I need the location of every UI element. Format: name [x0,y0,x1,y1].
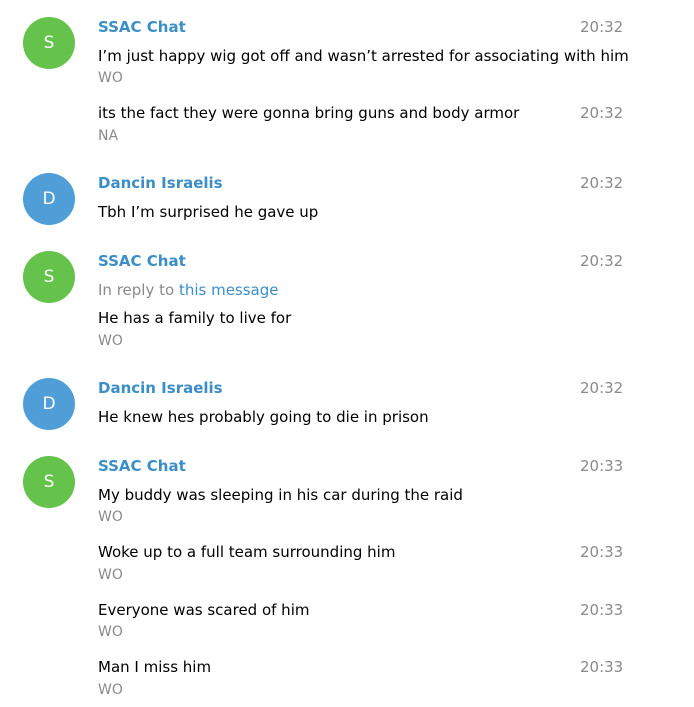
sender-name[interactable]: SSAC Chat [98,457,186,475]
reply-prefix: In reply to [98,281,175,299]
message-text: My buddy was sleeping in his car during … [98,486,463,504]
reply-header: In reply to this message [98,281,279,299]
message-signature: WO [98,682,123,698]
message-time: 20:32 [580,174,624,192]
avatar[interactable]: S [23,251,75,303]
message-signature: WO [98,567,123,583]
message-time: 20:33 [580,658,624,676]
message-time: 20:33 [580,457,624,475]
sender-name[interactable]: Dancin Israelis [98,379,223,397]
message-time: 20:32 [580,252,624,270]
message-time: 20:32 [580,104,624,122]
reply-link[interactable]: this message [179,281,279,299]
message-text: Woke up to a full team surrounding him [98,543,396,561]
avatar[interactable]: S [23,17,75,69]
message-text: Man I miss him [98,658,212,676]
message-text: Everyone was scared of him [98,601,310,619]
message-text: its the fact they were gonna bring guns … [98,104,520,122]
avatar[interactable]: S [23,456,75,508]
message-signature: WO [98,70,123,86]
message-text: He knew hes probably going to die in pri… [98,408,429,426]
message-signature: WO [98,333,123,349]
message-signature: WO [98,624,123,640]
sender-name[interactable]: SSAC Chat [98,18,186,36]
message-time: 20:33 [580,543,624,561]
avatar[interactable]: D [23,173,75,225]
message-time: 20:33 [580,601,624,619]
message-time: 20:32 [580,379,624,397]
message-time: 20:32 [580,18,624,36]
avatar[interactable]: D [23,378,75,430]
message-signature: WO [98,509,123,525]
message-text: He has a family to live for [98,309,292,327]
message-text: I’m just happy wig got off and wasn’t ar… [98,47,629,65]
message-signature: NA [98,128,119,144]
sender-name[interactable]: Dancin Israelis [98,174,223,192]
message-text: Tbh I’m surprised he gave up [98,203,319,221]
sender-name[interactable]: SSAC Chat [98,252,186,270]
